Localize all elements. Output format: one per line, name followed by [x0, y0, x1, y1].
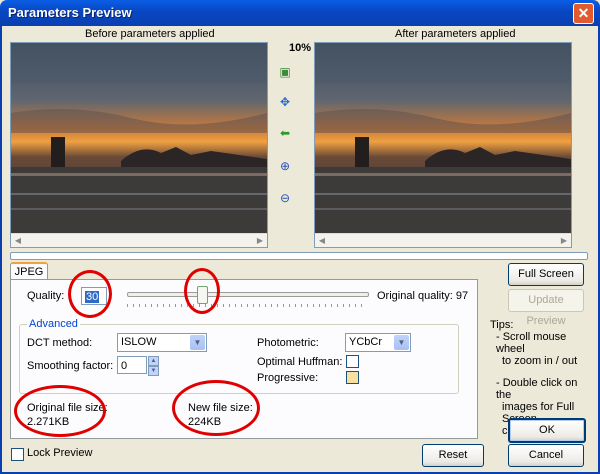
annotation-circle-slider: [184, 268, 220, 314]
quality-slider[interactable]: [127, 286, 369, 308]
after-horizontal-scrollbar[interactable]: ◀ ▶: [315, 233, 571, 247]
tip-line: - Scroll mouse wheel: [496, 331, 567, 355]
photometric-select[interactable]: YCbCr ▼: [345, 333, 411, 352]
optimal-huffman-checkbox[interactable]: [346, 355, 359, 368]
tips-title: Tips:: [490, 319, 514, 331]
spin-down-icon[interactable]: ▼: [148, 366, 159, 376]
progress-bar: [10, 252, 588, 260]
after-image-pane[interactable]: ◀ ▶: [314, 42, 572, 248]
scroll-left-icon[interactable]: ◀: [12, 235, 24, 246]
scroll-right-icon[interactable]: ▶: [254, 235, 266, 246]
spin-up-icon[interactable]: ▲: [148, 356, 159, 366]
before-horizontal-scrollbar[interactable]: ◀ ▶: [11, 233, 267, 247]
original-quality-label: Original quality: 97: [377, 290, 469, 302]
cancel-button[interactable]: Cancel: [508, 444, 584, 467]
reset-button[interactable]: Reset: [422, 444, 484, 467]
image-icon[interactable]: ▣: [276, 64, 294, 80]
chevron-down-icon[interactable]: ▼: [394, 335, 409, 350]
annotation-circle-original-size: [14, 385, 106, 437]
progressive-checkbox[interactable]: [346, 371, 359, 384]
dct-method-label: DCT method:: [27, 337, 93, 349]
scroll-right-icon[interactable]: ▶: [558, 235, 570, 246]
title-bar: Parameters Preview ✕: [0, 0, 600, 26]
smoothing-spinner[interactable]: ▲ ▼: [148, 356, 159, 376]
tip-line: - Double click on the: [496, 377, 578, 401]
progressive-label: Progressive:: [257, 372, 319, 384]
zoom-in-icon[interactable]: ⊕: [276, 158, 294, 174]
close-button[interactable]: ✕: [573, 3, 594, 24]
window-title: Parameters Preview: [8, 5, 132, 20]
advanced-label: Advanced: [27, 318, 80, 330]
smoothing-factor-label: Smoothing factor:: [27, 360, 114, 372]
dct-method-value: ISLOW: [121, 336, 157, 348]
tip-line: to zoom in / out: [502, 355, 578, 367]
photometric-value: YCbCr: [349, 336, 383, 348]
update-preview-button[interactable]: Update Preview: [508, 289, 584, 327]
lock-preview-checkbox[interactable]: [11, 448, 24, 461]
quality-label: Quality:: [27, 290, 65, 302]
optimal-huffman-label: Optimal Huffman:: [257, 356, 343, 368]
annotation-circle-new-size: [172, 380, 260, 436]
ok-button[interactable]: OK: [508, 418, 586, 443]
back-arrow-icon[interactable]: ⬅: [276, 125, 294, 141]
scroll-left-icon[interactable]: ◀: [316, 235, 328, 246]
annotation-circle-quality: [68, 270, 112, 318]
after-image[interactable]: [315, 43, 571, 233]
full-screen-button[interactable]: Full Screen: [508, 263, 584, 286]
before-image-pane[interactable]: ◀ ▶: [10, 42, 268, 248]
after-label: After parameters applied: [395, 28, 516, 40]
dct-method-select[interactable]: ISLOW ▼: [117, 333, 207, 352]
before-image[interactable]: [11, 43, 267, 233]
lock-preview-label: Lock Preview: [27, 447, 93, 459]
chevron-down-icon[interactable]: ▼: [190, 335, 205, 350]
zoom-out-icon[interactable]: ⊖: [276, 190, 294, 206]
move-icon[interactable]: ✥: [276, 94, 294, 110]
smoothing-factor-input[interactable]: 0: [117, 356, 147, 374]
preview-toolbar: ▣ ✥ ⬅ ⊕ ⊖: [267, 42, 305, 246]
before-label: Before parameters applied: [85, 28, 215, 40]
photometric-label: Photometric:: [257, 337, 319, 349]
